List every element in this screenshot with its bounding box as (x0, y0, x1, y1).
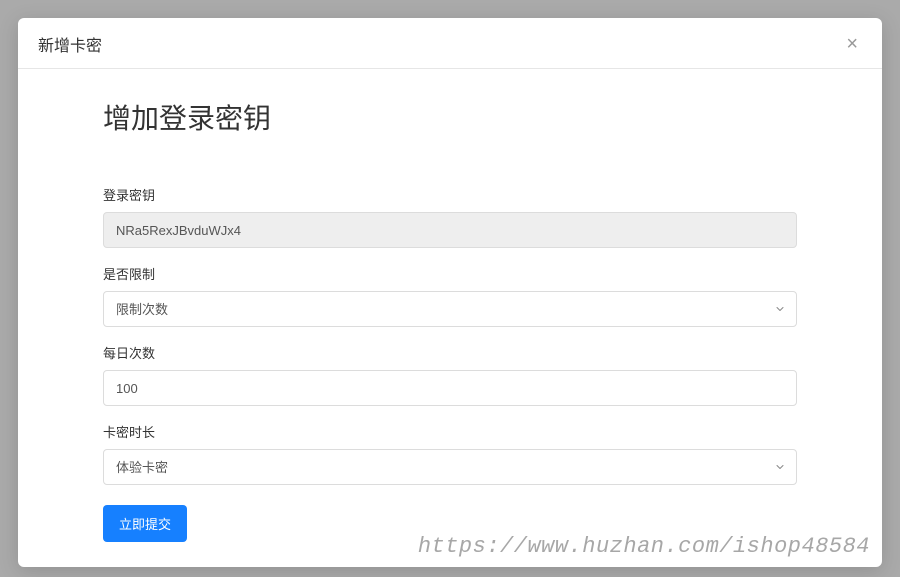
form-group-daily-count: 每日次数 (103, 343, 797, 406)
page-heading: 增加登录密钥 (103, 97, 797, 137)
login-key-input[interactable] (103, 212, 797, 248)
modal-body: 增加登录密钥 登录密钥 是否限制 限制次数 每日次数 卡密时长 体验卡密 立即提… (18, 69, 882, 567)
form-group-login-key: 登录密钥 (103, 185, 797, 248)
daily-count-input[interactable] (103, 370, 797, 406)
close-icon: × (846, 33, 858, 55)
card-duration-select[interactable]: 体验卡密 (103, 449, 797, 485)
form-group-restriction: 是否限制 限制次数 (103, 264, 797, 327)
form-group-card-duration: 卡密时长 体验卡密 (103, 422, 797, 485)
card-duration-label: 卡密时长 (103, 422, 797, 441)
restriction-select[interactable]: 限制次数 (103, 291, 797, 327)
submit-button[interactable]: 立即提交 (103, 505, 187, 542)
login-key-label: 登录密钥 (103, 185, 797, 204)
daily-count-label: 每日次数 (103, 343, 797, 362)
restriction-label: 是否限制 (103, 264, 797, 283)
close-button[interactable]: × (842, 34, 862, 54)
modal-header: 新增卡密 × (18, 18, 882, 69)
modal-title: 新增卡密 (38, 32, 102, 56)
modal-dialog: 新增卡密 × 增加登录密钥 登录密钥 是否限制 限制次数 每日次数 卡密时长 体… (18, 18, 882, 567)
